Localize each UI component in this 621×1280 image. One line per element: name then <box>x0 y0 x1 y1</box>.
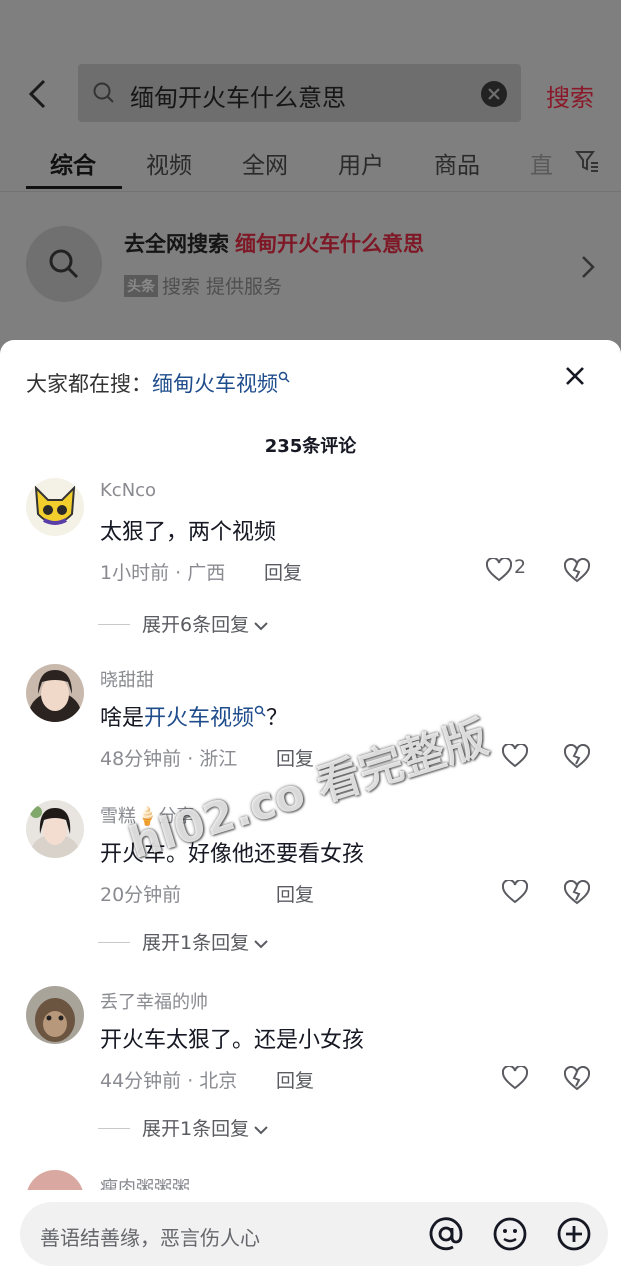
avatar[interactable] <box>26 1170 84 1190</box>
heart-icon <box>502 744 528 768</box>
like-button[interactable] <box>502 1064 548 1092</box>
search-icon <box>49 249 79 279</box>
search-icon <box>93 82 114 103</box>
comment-input-bar[interactable]: 善语结善缘，恶言伤人心 <box>20 1202 608 1266</box>
comment-meta: 44分钟前 · 北京 <box>100 1070 238 1092</box>
avatar[interactable] <box>26 800 84 858</box>
comment-meta: 48分钟前 · 浙江 <box>100 748 238 770</box>
web-search-keyword: 缅甸开火车什么意思 <box>235 232 424 256</box>
tab-web[interactable]: 全网 <box>242 146 288 180</box>
comment-username[interactable]: 晓甜甜 <box>100 666 154 692</box>
broken-heart-icon[interactable] <box>564 558 590 584</box>
search-button[interactable]: 搜索 <box>546 78 594 113</box>
heart-icon <box>486 558 512 582</box>
filter-icon[interactable] <box>574 148 600 174</box>
active-tab-indicator <box>26 186 122 189</box>
back-arrow-icon <box>28 79 46 109</box>
comment-item: 瘦肉粥粥粥 <box>0 1170 621 1190</box>
chevron-down-icon <box>254 1126 268 1135</box>
tab-products[interactable]: 商品 <box>434 146 480 180</box>
broken-heart-icon[interactable] <box>564 880 590 906</box>
comment-meta: 1小时前 · 广西 <box>100 562 226 584</box>
heart-icon <box>502 880 528 904</box>
comment-input[interactable]: 善语结善缘，恶言伤人心 <box>40 1222 260 1251</box>
trending-search-link[interactable]: 缅甸火车视频 <box>152 372 278 396</box>
chevron-down-icon <box>254 622 268 631</box>
comment-username[interactable]: KcNco <box>100 480 156 501</box>
comment-search-link[interactable]: 开火车视频 <box>144 706 254 731</box>
comment-username[interactable]: 丢了幸福的帅 <box>100 988 208 1014</box>
comment-username[interactable]: 瘦肉粥粥粥 <box>100 1174 190 1190</box>
back-button[interactable] <box>22 78 54 110</box>
toutiao-badge: 头条 <box>124 275 158 297</box>
heart-icon <box>502 1066 528 1090</box>
comment-text: 开火车太狠了。还是小女孩 <box>100 1028 365 1053</box>
close-icon <box>488 88 500 100</box>
avatar[interactable] <box>26 664 84 722</box>
search-input[interactable]: 缅甸开火车什么意思 <box>130 78 346 113</box>
comment-meta: 20分钟前 <box>100 884 182 906</box>
tab-users[interactable]: 用户 <box>338 146 384 180</box>
close-icon[interactable] <box>563 364 587 388</box>
at-mention-icon[interactable] <box>428 1216 464 1252</box>
search-tabs: 综合 视频 全网 用户 商品 直 <box>0 142 621 192</box>
comment-sheet: 大家都在搜：缅甸火车视频 235条评论 KcNco 太狠了，两个视频 1小时前 … <box>0 340 621 1280</box>
like-button[interactable]: 2 <box>486 556 532 584</box>
chevron-down-icon <box>254 940 268 949</box>
broken-heart-icon[interactable] <box>564 744 590 770</box>
comment-count: 235条评论 <box>264 436 357 457</box>
clear-search-button[interactable] <box>481 81 507 107</box>
expand-replies-button[interactable]: 展开6条回复 <box>98 610 269 637</box>
reply-button[interactable]: 回复 <box>276 880 314 907</box>
like-button[interactable] <box>502 878 548 906</box>
search-page-background: 缅甸开火车什么意思 搜索 综合 视频 全网 用户 商品 直 去全网搜索 缅甸开火车… <box>0 0 621 360</box>
divider <box>0 191 621 192</box>
reply-button[interactable]: 回复 <box>264 558 302 585</box>
like-count: 2 <box>514 556 527 578</box>
web-search-entry[interactable]: 去全网搜索 缅甸开火车什么意思 头条 搜索 提供服务 <box>0 210 621 320</box>
tab-video[interactable]: 视频 <box>146 146 192 180</box>
reply-button[interactable]: 回复 <box>276 1066 314 1093</box>
comment-text: 太狠了，两个视频 <box>100 520 277 545</box>
tab-comprehensive[interactable]: 综合 <box>50 146 96 180</box>
emoji-icon[interactable] <box>492 1216 528 1252</box>
web-search-title: 去全网搜索 缅甸开火车什么意思 <box>124 232 424 256</box>
search-icon <box>278 371 290 383</box>
avatar[interactable] <box>26 986 84 1044</box>
like-button[interactable] <box>502 742 548 770</box>
broken-heart-icon[interactable] <box>564 1066 590 1092</box>
avatar[interactable] <box>26 478 84 536</box>
add-icon[interactable] <box>556 1216 592 1252</box>
search-icon <box>254 705 266 717</box>
tab-live[interactable]: 直 <box>530 146 553 180</box>
web-search-icon-circle <box>26 226 102 302</box>
comment-text: 啥是开火车视频？ <box>100 705 289 731</box>
web-search-provider: 头条 搜索 提供服务 <box>124 272 282 299</box>
trending-search: 大家都在搜：缅甸火车视频 <box>26 368 290 398</box>
chevron-right-icon <box>582 256 595 278</box>
search-bar[interactable]: 缅甸开火车什么意思 <box>78 64 521 122</box>
expand-replies-button[interactable]: 展开1条回复 <box>98 928 269 955</box>
expand-replies-button[interactable]: 展开1条回复 <box>98 1114 269 1141</box>
